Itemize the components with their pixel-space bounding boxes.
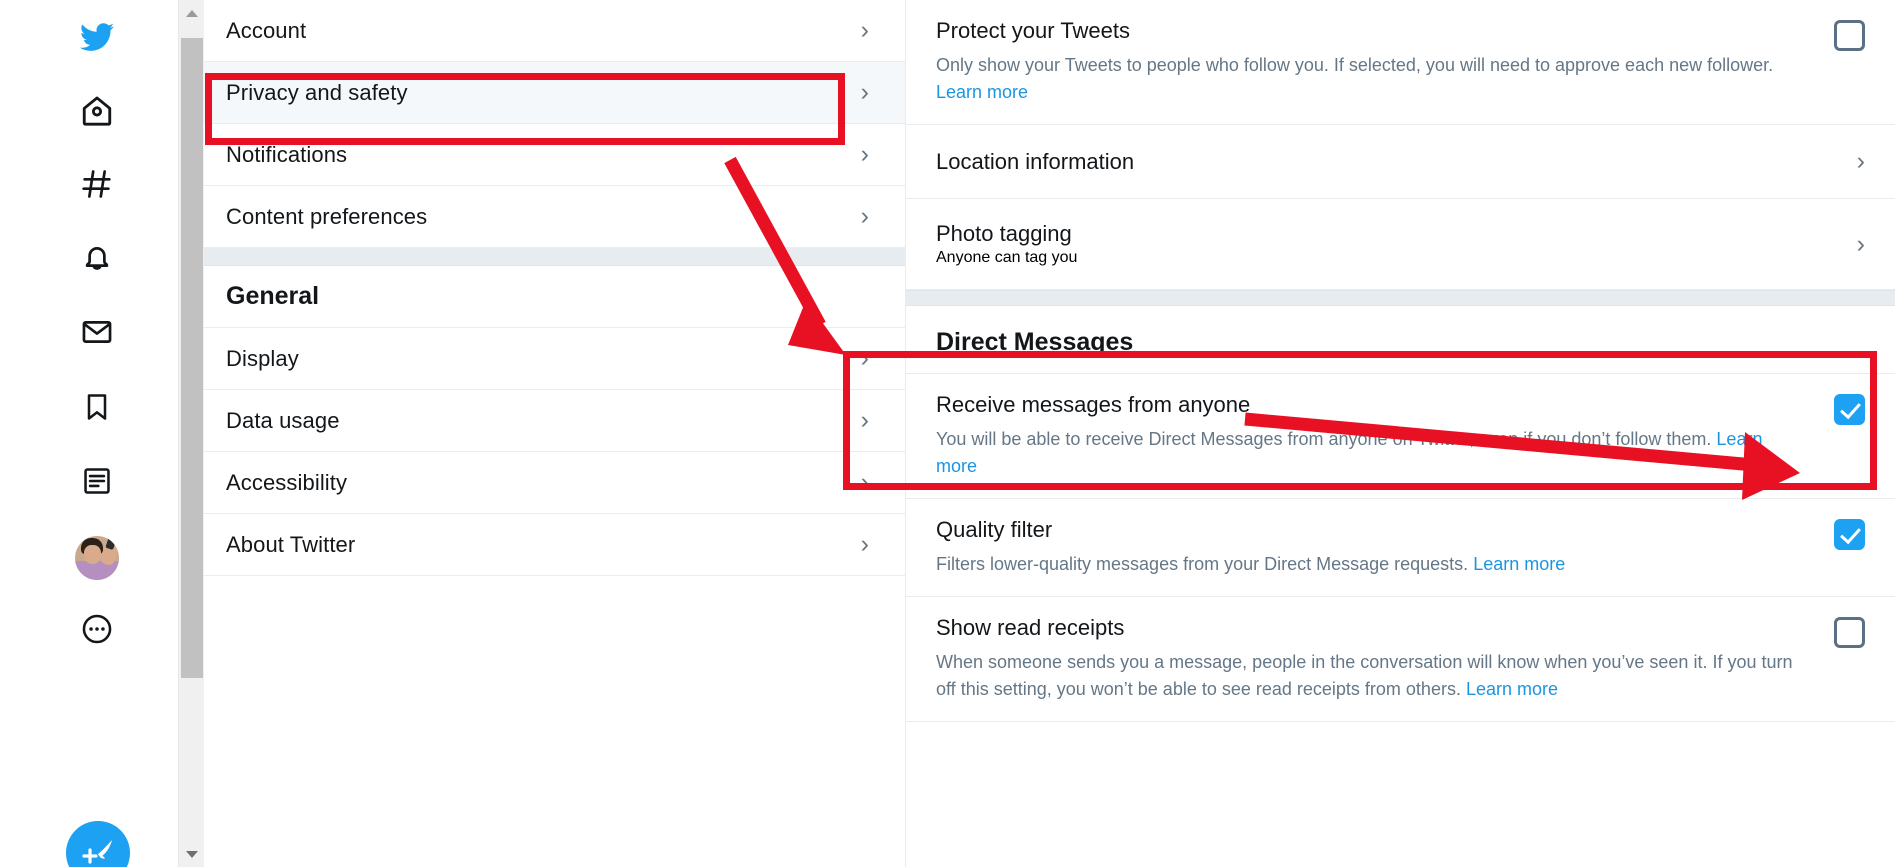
chevron-right-icon: ›: [860, 78, 869, 106]
settings-menu-column: Account › Privacy and safety › Notificat…: [204, 0, 906, 867]
settings-item-account[interactable]: Account ›: [204, 0, 905, 62]
settings-item-label: Content preferences: [226, 203, 428, 229]
compose-tweet-button[interactable]: [66, 821, 130, 867]
chevron-right-icon: ›: [1856, 229, 1865, 258]
setting-description: You will be able to receive Direct Messa…: [936, 426, 1801, 480]
setting-receive-messages-from-anyone: Receive messages from anyone You will be…: [906, 374, 1895, 499]
description-text: When someone sends you a message, people…: [936, 652, 1793, 699]
more-options-icon[interactable]: [66, 598, 128, 660]
detail-section-divider: [906, 290, 1895, 306]
notifications-bell-icon[interactable]: [66, 227, 128, 289]
show-read-receipts-checkbox[interactable]: [1834, 617, 1865, 648]
setting-label: Receive messages from anyone: [936, 392, 1251, 417]
settings-list-empty-space: [204, 576, 905, 867]
setting-label: Protect your Tweets: [936, 18, 1131, 43]
avatar-image: [75, 536, 119, 580]
settings-item-accessibility[interactable]: Accessibility ›: [204, 452, 905, 514]
setting-show-read-receipts: Show read receipts When someone sends yo…: [906, 597, 1895, 722]
explore-hashtag-icon[interactable]: [66, 153, 128, 215]
settings-item-label: Notifications: [226, 141, 348, 167]
settings-item-about-twitter[interactable]: About Twitter ›: [204, 514, 905, 576]
setting-label: Location information: [936, 148, 1135, 174]
lists-icon[interactable]: [66, 450, 128, 512]
settings-item-label: Accessibility: [226, 469, 348, 495]
settings-item-label: Data usage: [226, 407, 340, 433]
learn-more-link[interactable]: Learn more: [936, 82, 1028, 102]
chevron-right-icon: ›: [860, 468, 869, 496]
chevron-right-icon: ›: [860, 202, 869, 230]
settings-item-privacy-and-safety[interactable]: Privacy and safety ›: [204, 62, 905, 124]
quality-filter-checkbox[interactable]: [1834, 519, 1865, 550]
chevron-right-icon: ›: [860, 344, 869, 372]
setting-description: Filters lower-quality messages from your…: [936, 551, 1801, 578]
setting-protect-your-tweets: Protect your Tweets Only show your Tweet…: [906, 0, 1895, 125]
chevron-right-icon: ›: [860, 406, 869, 434]
messages-envelope-icon[interactable]: [66, 301, 128, 363]
bookmarks-icon[interactable]: [66, 376, 128, 438]
learn-more-link[interactable]: Learn more: [1466, 679, 1558, 699]
setting-description: When someone sends you a message, people…: [936, 649, 1801, 703]
protect-your-tweets-checkbox[interactable]: [1834, 20, 1865, 51]
scrollbar-track[interactable]: [178, 26, 205, 841]
description-text: Only show your Tweets to people who foll…: [936, 55, 1774, 75]
setting-subvalue: Anyone can tag you: [936, 249, 1078, 266]
scrollbar-up-arrow[interactable]: [178, 0, 205, 26]
twitter-settings-window: Account › Privacy and safety › Notificat…: [0, 0, 1895, 867]
setting-quality-filter: Quality filter Filters lower-quality mes…: [906, 499, 1895, 597]
settings-item-label: Account: [226, 17, 307, 43]
setting-label: Photo tagging: [936, 221, 1072, 246]
home-icon[interactable]: [66, 80, 128, 142]
settings-item-label: About Twitter: [226, 531, 356, 557]
settings-item-data-usage[interactable]: Data usage ›: [204, 390, 905, 452]
settings-item-label: Privacy and safety: [226, 79, 408, 105]
setting-label: Show read receipts: [936, 615, 1125, 640]
settings-item-label: Display: [226, 345, 299, 371]
setting-description: Only show your Tweets to people who foll…: [936, 52, 1801, 106]
section-header-label: General: [226, 282, 320, 310]
description-text: Filters lower-quality messages from your…: [936, 554, 1474, 574]
scrollbar-down-arrow[interactable]: [178, 841, 205, 867]
setting-location-information[interactable]: Location information ›: [906, 125, 1895, 199]
setting-label: Quality filter: [936, 517, 1053, 542]
twitter-logo-icon[interactable]: [66, 6, 128, 68]
learn-more-link[interactable]: Learn more: [1473, 554, 1565, 574]
description-text: You will be able to receive Direct Messa…: [936, 429, 1717, 449]
settings-section-divider: [204, 248, 905, 266]
profile-avatar[interactable]: [66, 527, 128, 589]
settings-section-header-general: General: [204, 266, 905, 328]
chevron-right-icon: ›: [860, 16, 869, 44]
settings-item-display[interactable]: Display ›: [204, 328, 905, 390]
privacy-settings-detail-panel: Protect your Tweets Only show your Tweet…: [906, 0, 1895, 867]
direct-messages-section-header: Direct Messages: [906, 306, 1895, 374]
chevron-right-icon: ›: [1856, 147, 1865, 175]
settings-item-notifications[interactable]: Notifications ›: [204, 124, 905, 186]
chevron-right-icon: ›: [860, 140, 869, 168]
chevron-right-icon: ›: [860, 530, 869, 558]
receive-messages-from-anyone-checkbox[interactable]: [1834, 394, 1865, 425]
window-scrollbar[interactable]: [178, 0, 205, 867]
setting-photo-tagging[interactable]: Photo tagging Anyone can tag you ›: [906, 199, 1895, 290]
section-title: Direct Messages: [936, 328, 1134, 356]
left-nav-rail: [0, 0, 178, 867]
settings-item-content-preferences[interactable]: Content preferences ›: [204, 186, 905, 248]
scrollbar-thumb[interactable]: [180, 38, 203, 678]
